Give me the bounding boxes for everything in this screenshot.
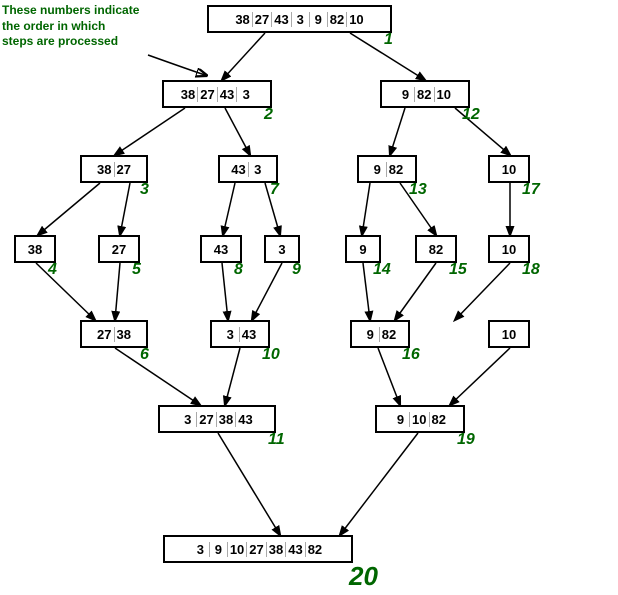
- step-n6: 6: [140, 346, 149, 364]
- node-n5: 27: [98, 235, 140, 263]
- node-n13: 982: [357, 155, 417, 183]
- node-n11: 3273843: [158, 405, 276, 433]
- node-n15: 82: [415, 235, 457, 263]
- step-n12: 12: [462, 106, 480, 124]
- step-n9: 9: [292, 261, 301, 279]
- step-n8: 8: [234, 261, 243, 279]
- step-n18: 18: [522, 261, 540, 279]
- step-n3: 3: [140, 181, 149, 199]
- step-root: 1: [384, 31, 393, 49]
- node-n14: 9: [345, 235, 381, 263]
- node-n17: 10: [488, 155, 530, 183]
- node-n12: 98210: [380, 80, 470, 108]
- step-n16: 16: [402, 346, 420, 364]
- step-n13: 13: [409, 181, 427, 199]
- step-n19: 19: [457, 431, 475, 449]
- step-n2: 2: [264, 106, 273, 124]
- node-n18: 10: [488, 235, 530, 263]
- node-n6: 2738: [80, 320, 148, 348]
- node-n10: 343: [210, 320, 270, 348]
- annotation-text: These numbers indicatethe order in which…: [2, 3, 139, 50]
- step-n11: 11: [268, 431, 285, 449]
- node-n4: 38: [14, 235, 56, 263]
- node-n8: 43: [200, 235, 242, 263]
- node-root: 382743398210: [207, 5, 392, 33]
- node-n7: 433: [218, 155, 278, 183]
- node-n3: 3827: [80, 155, 148, 183]
- node-n19: 91082: [375, 405, 465, 433]
- step-n14: 14: [373, 261, 391, 279]
- node-n19_r: 10: [488, 320, 530, 348]
- node-n2: 3827433: [162, 80, 272, 108]
- step-n15: 15: [449, 261, 467, 279]
- step-n5: 5: [132, 261, 141, 279]
- step-n7: 7: [270, 181, 279, 199]
- step-n20: 20: [349, 561, 378, 592]
- node-n9: 3: [264, 235, 300, 263]
- step-n4: 4: [48, 261, 57, 279]
- node-n20: 391027384382: [163, 535, 353, 563]
- node-n16: 982: [350, 320, 410, 348]
- step-n10: 10: [262, 346, 280, 364]
- step-n17: 17: [522, 181, 540, 199]
